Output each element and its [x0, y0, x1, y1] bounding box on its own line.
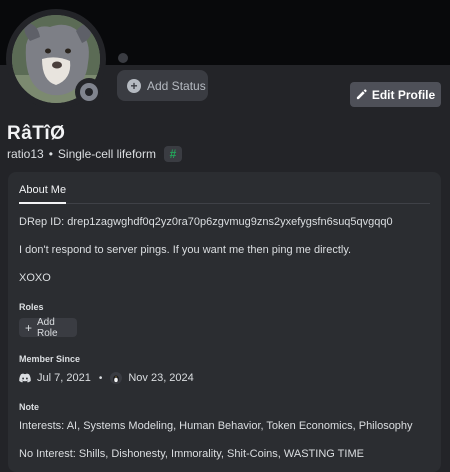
tab-about-me[interactable]: About Me [19, 184, 66, 196]
add-status-label: Add Status [147, 78, 206, 93]
about-pings-note: I don't respond to server pings. If you … [19, 244, 352, 256]
add-status-button[interactable]: + Add Status [117, 70, 208, 101]
display-name: RâTîØ [7, 123, 66, 144]
username-line: ratio13 • Single-cell lifeform # [7, 145, 182, 163]
server-icon [110, 372, 123, 384]
tab-divider [19, 203, 430, 204]
about-signoff: XOXO [19, 272, 51, 284]
roles-heading: Roles [19, 302, 44, 312]
plus-circle-icon: + [127, 78, 141, 93]
offline-status-icon [80, 83, 98, 101]
separator-dot: • [98, 372, 103, 384]
note-heading: Note [19, 402, 39, 412]
hash-badge-icon[interactable]: # [163, 146, 182, 162]
member-since-heading: Member Since [19, 354, 81, 364]
about-drep-id: DRep ID: drep1zagwghdf0q2yz0ra70p6zgvmug… [19, 216, 393, 228]
pencil-icon [356, 89, 367, 100]
tab-active-indicator [19, 202, 66, 204]
note-interests[interactable]: Interests: AI, Systems Modeling, Human B… [19, 420, 413, 432]
discord-member-date: Jul 7, 2021 [37, 372, 91, 384]
add-role-label: Add Role [37, 316, 58, 339]
separator-dot: • [48, 147, 53, 161]
thought-bubble-dot [118, 53, 128, 63]
note-no-interests[interactable]: No Interest: Shills, Dishonesty, Immoral… [19, 448, 364, 460]
pronoun-status: Single-cell lifeform [57, 147, 156, 161]
add-role-button[interactable]: + Add Role [19, 316, 77, 339]
discord-icon [19, 373, 31, 383]
username: ratio13 [7, 147, 44, 161]
plus-icon: + [25, 320, 33, 335]
member-since-row: Jul 7, 2021 • Nov 23, 2024 [19, 371, 194, 385]
edit-profile-label: Edit Profile [371, 87, 436, 102]
server-member-date: Nov 23, 2024 [128, 372, 194, 384]
edit-profile-button[interactable]: Edit Profile [350, 82, 441, 107]
